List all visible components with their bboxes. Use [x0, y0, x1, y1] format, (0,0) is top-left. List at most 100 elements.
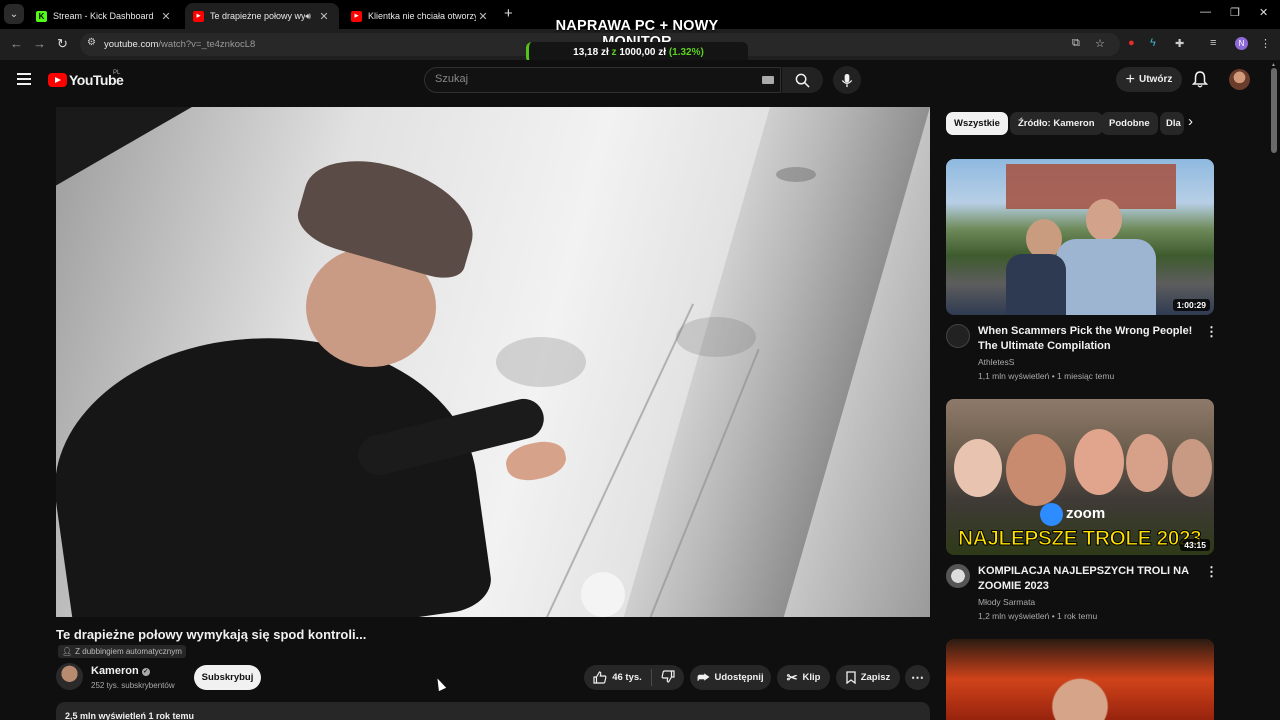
tab-title: Te drapieżne połowy wymyk [210, 11, 306, 21]
tab-close-icon[interactable]: ✕ [476, 10, 490, 23]
channel-name-text[interactable]: Kameron [91, 665, 139, 677]
search-icon [795, 73, 810, 88]
more-options-icon[interactable]: ⋮ [1205, 324, 1218, 340]
thumbnail-detail [1074, 429, 1124, 495]
thumbnail-caption: NAJLEPSZE TROLE 2023 [957, 527, 1202, 551]
audio-playing-icon[interactable]: 🔊︎ [305, 11, 311, 22]
video-player[interactable] [56, 107, 930, 617]
dubbing-person-icon: 👤︎ [62, 647, 73, 656]
video-title: Te drapieżne połowy wymykają się spod ko… [56, 627, 367, 642]
youtube-favicon-icon: ▶ [193, 10, 204, 22]
reload-icon[interactable]: ↻ [57, 36, 68, 52]
bookmark-star-icon[interactable]: ☆ [1095, 37, 1105, 50]
save-button[interactable]: Zapisz [836, 665, 900, 690]
zoom-logo-icon [1040, 503, 1063, 526]
guide-menu-icon[interactable] [17, 73, 31, 88]
tab-close-icon[interactable]: ✕ [317, 10, 331, 23]
extension-record-icon[interactable]: ● [1128, 37, 1135, 49]
more-options-icon[interactable]: ⋮ [1205, 564, 1218, 580]
recommendation-thumbnail[interactable]: zoom NAJLEPSZE TROLE 2023 43:15 [946, 399, 1214, 555]
account-avatar[interactable] [1229, 69, 1250, 90]
new-tab-icon[interactable]: + [504, 5, 513, 22]
minimize-icon[interactable]: — [1200, 6, 1211, 18]
scissors-icon: ✂ [786, 669, 798, 685]
save-label: Zapisz [860, 672, 891, 683]
dislike-button[interactable] [661, 669, 675, 686]
like-button[interactable]: 46 tys. [593, 671, 642, 684]
youtube-logo[interactable]: YouTube PL [48, 70, 124, 88]
recommendation-title[interactable]: When Scammers Pick the Wrong People! The… [978, 324, 1200, 354]
forward-icon[interactable]: → [33, 36, 46, 51]
create-button[interactable]: + Utwórz [1116, 67, 1182, 92]
chrome-menu-icon[interactable]: ⋮ [1260, 37, 1271, 50]
video-frame-detail [581, 572, 625, 617]
verified-icon: ✓ [141, 668, 150, 676]
subscribe-button[interactable]: Subskrybuj [194, 665, 261, 690]
tab-youtube-other[interactable]: ▶ Klientka nie chciała otworzyć m ✕ [343, 3, 498, 29]
site-info-icon[interactable]: ⚙ [87, 37, 96, 48]
page-scrollbar-thumb[interactable] [1271, 68, 1277, 153]
youtube-favicon-icon: ▶ [351, 10, 362, 22]
channel-avatar[interactable] [946, 564, 970, 588]
video-frame-detail [776, 167, 816, 182]
youtube-play-icon [48, 73, 67, 87]
thumbnail-detail [1006, 434, 1066, 506]
auto-dubbing-badge[interactable]: 👤︎ Z dubbingiem automatycznym [58, 645, 186, 658]
search-button[interactable] [782, 67, 823, 93]
chip-for-you[interactable]: Dla [1160, 112, 1184, 135]
channel-avatar[interactable] [946, 324, 970, 348]
search-input[interactable] [435, 73, 735, 85]
recommendation-meta: 1,2 mln wyświetleń • 1 rok temu [978, 611, 1098, 621]
thumbs-down-icon [661, 669, 675, 683]
chip-from-channel[interactable]: Źródło: Kameron [1010, 112, 1103, 135]
microphone-icon [841, 73, 853, 87]
plus-icon: + [1125, 70, 1135, 88]
extension-translate-icon[interactable]: ϟ [1150, 37, 1156, 49]
create-label: Utwórz [1139, 74, 1173, 85]
thumbs-up-icon [593, 671, 607, 684]
close-window-icon[interactable]: ✕ [1259, 6, 1268, 19]
thumbnail-detail [954, 439, 1002, 497]
video-duration: 43:15 [1180, 539, 1210, 551]
tab-kick-dashboard[interactable]: K Stream - Kick Dashboard ✕ [28, 3, 181, 29]
bookmark-icon [846, 671, 856, 684]
thumbnail-detail [1086, 199, 1122, 241]
thumbnail-word: zoom [1066, 505, 1106, 522]
video-frame-detail [496, 337, 586, 387]
recommendation-channel[interactable]: Młody Sarmata [978, 597, 1035, 607]
recommendation-thumbnail[interactable]: 1:00:29 [946, 159, 1214, 315]
url-text[interactable]: youtube.com/watch?v=_te4znkocL8 [104, 39, 255, 50]
tab-title: Stream - Kick Dashboard [53, 11, 154, 21]
channel-name[interactable]: Kameron ✓ [91, 665, 150, 677]
notifications-bell-icon[interactable] [1192, 71, 1208, 88]
channel-avatar[interactable] [56, 663, 83, 690]
goal-target: 1000,00 zł [619, 47, 667, 58]
voice-search-button[interactable] [833, 66, 861, 94]
share-button[interactable]: ⮫ Udostępnij [690, 665, 771, 690]
browser-profile-avatar[interactable]: N [1235, 37, 1248, 50]
recommendation-channel[interactable]: AthletesS [978, 357, 1014, 367]
chip-all[interactable]: Wszystkie [946, 112, 1008, 135]
media-controls-icon[interactable]: ≡ [1210, 37, 1216, 49]
back-icon[interactable]: ← [10, 36, 23, 51]
tab-youtube-video[interactable]: ▶ Te drapieżne połowy wymyk 🔊︎ ✕ [185, 3, 339, 29]
keyboard-icon[interactable] [762, 76, 774, 84]
clip-label: Klip [802, 672, 821, 683]
thumbnail-detail [1006, 254, 1066, 315]
clip-button[interactable]: ✂ Klip [777, 665, 830, 690]
thumbnail-detail [1006, 164, 1176, 209]
restore-icon[interactable]: ❐ [1230, 6, 1240, 19]
recommendation-meta: 1,1 mln wyświetleń • 1 miesiąc temu [978, 371, 1115, 381]
more-actions-icon[interactable]: ⋯ [905, 665, 930, 690]
recommendation-title[interactable]: KOMPILACJA NAJLEPSZYCH TROLI NA ZOOMIE 2… [978, 564, 1200, 594]
chip-related[interactable]: Podobne [1101, 112, 1158, 135]
extensions-puzzle-icon[interactable]: ✚ [1175, 37, 1184, 50]
mouse-cursor-icon [433, 676, 447, 692]
description-box[interactable]: 2,5 mln wyświetleń 1 rok temu [56, 702, 930, 720]
chevron-right-icon[interactable]: › [1188, 113, 1193, 130]
tab-search-button[interactable]: ⌄ [4, 4, 24, 24]
cast-icon[interactable]: ⧉ [1072, 37, 1080, 50]
tab-close-icon[interactable]: ✕ [159, 10, 173, 23]
recommendation-thumbnail[interactable] [946, 639, 1214, 720]
search-box [424, 67, 781, 93]
